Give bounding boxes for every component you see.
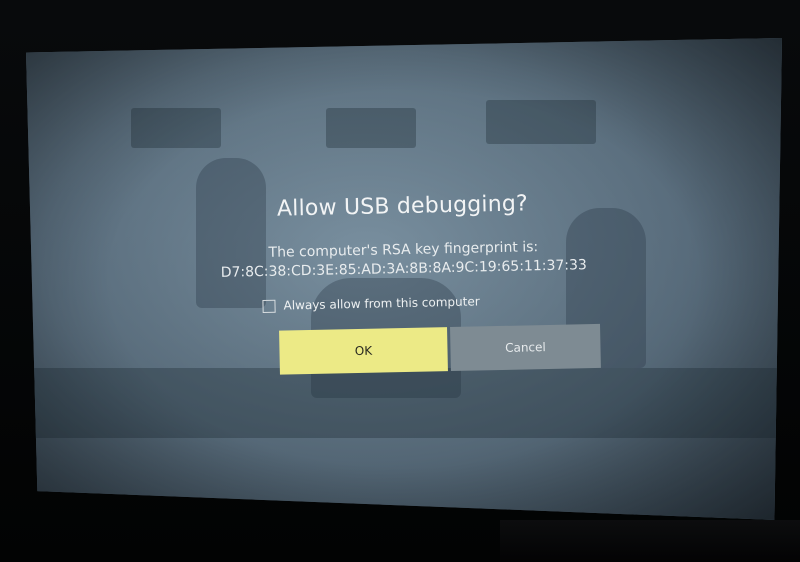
usb-debugging-dialog: Allow USB debugging? The computer's RSA … [26,38,782,520]
cancel-button-label: Cancel [504,340,546,355]
always-allow-label: Always allow from this computer [283,294,480,313]
always-allow-checkbox[interactable] [262,299,276,313]
tv-stand [500,520,800,562]
tv-scene: Allow USB debugging? The computer's RSA … [0,0,800,562]
cancel-button[interactable]: Cancel [450,323,601,372]
ok-button-label: OK [354,343,373,359]
ok-button[interactable]: OK [279,327,448,375]
dialog-title: Allow USB debugging? [276,191,529,222]
tv-screen: Allow USB debugging? The computer's RSA … [26,38,782,520]
dialog-message: The computer's RSA key fingerprint is: D… [26,233,782,287]
always-allow-row[interactable]: Always allow from this computer [262,294,480,313]
